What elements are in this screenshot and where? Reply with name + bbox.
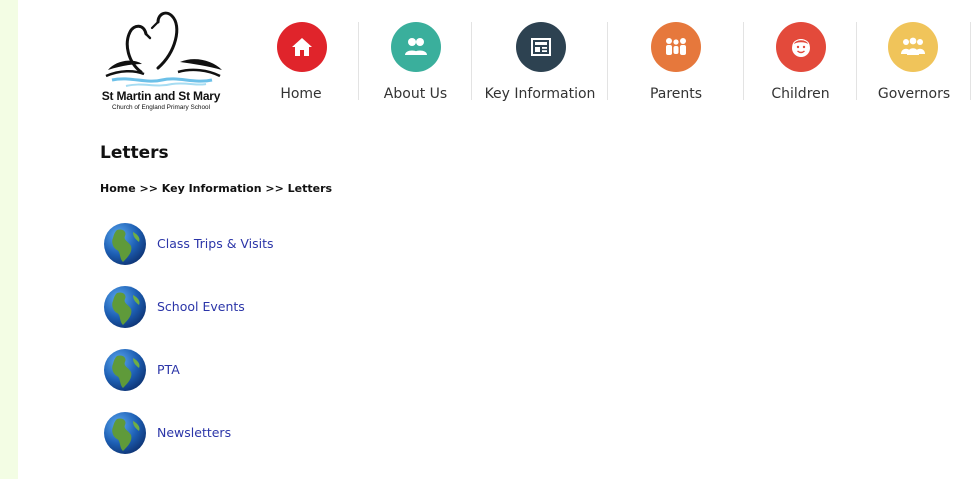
- people-icon: [391, 22, 441, 72]
- breadcrumb-home-link[interactable]: Home: [100, 182, 136, 195]
- globe-icon[interactable]: [103, 222, 147, 266]
- list-item-pta[interactable]: PTA: [103, 348, 274, 411]
- letter-link-pta[interactable]: PTA: [157, 362, 180, 377]
- nav-item-governors[interactable]: Governors: [857, 0, 971, 115]
- family-icon: [651, 22, 701, 72]
- swans-logo-icon: [105, 11, 222, 87]
- breadcrumb-current: Letters: [287, 182, 333, 195]
- nav-label-about-us: About Us: [383, 86, 448, 102]
- breadcrumb-key-information-link[interactable]: Key Information: [162, 182, 262, 195]
- newspaper-icon: [516, 22, 566, 72]
- nav-label-parents: Parents: [649, 86, 703, 102]
- page-title: Letters: [100, 143, 169, 163]
- letter-link-school-events[interactable]: School Events: [157, 299, 245, 314]
- letter-link-class-trips[interactable]: Class Trips & Visits: [157, 236, 274, 251]
- home-icon: [277, 22, 327, 72]
- list-item-school-events[interactable]: School Events: [103, 285, 274, 348]
- letters-list: Class Trips & Visits School Events PTA N…: [103, 222, 274, 474]
- nav-label-children: Children: [771, 86, 830, 102]
- page: St Martin and St Mary Church of England …: [18, 0, 979, 479]
- school-name: St Martin and St Mary: [101, 89, 221, 103]
- globe-icon[interactable]: [103, 348, 147, 392]
- globe-icon[interactable]: [103, 411, 147, 455]
- list-item-class-trips[interactable]: Class Trips & Visits: [103, 222, 274, 285]
- nav-item-home[interactable]: Home: [243, 0, 359, 115]
- nav-item-children[interactable]: Children: [744, 0, 857, 115]
- letter-link-newsletters[interactable]: Newsletters: [157, 425, 231, 440]
- list-item-newsletters[interactable]: Newsletters: [103, 411, 274, 474]
- nav-item-parents[interactable]: Parents: [608, 0, 744, 115]
- nav-label-key-information: Key Information: [484, 86, 596, 102]
- school-subtitle: Church of England Primary School: [111, 104, 211, 111]
- nav-label-home: Home: [280, 86, 322, 102]
- nav-item-key-information[interactable]: Key Information: [472, 0, 608, 115]
- nav-label-governors: Governors: [877, 86, 951, 102]
- globe-icon[interactable]: [103, 285, 147, 329]
- main-nav: Home About Us Key Information Parents Ch…: [243, 0, 971, 115]
- school-logo[interactable]: St Martin and St Mary Church of England …: [86, 4, 236, 114]
- breadcrumb: Home >> Key Information >> Letters: [100, 182, 332, 195]
- child-face-icon: [776, 22, 826, 72]
- nav-divider: [970, 22, 971, 100]
- nav-item-about-us[interactable]: About Us: [359, 0, 472, 115]
- group-icon: [888, 22, 938, 72]
- breadcrumb-separator: >>: [261, 182, 288, 195]
- breadcrumb-separator: >>: [135, 182, 162, 195]
